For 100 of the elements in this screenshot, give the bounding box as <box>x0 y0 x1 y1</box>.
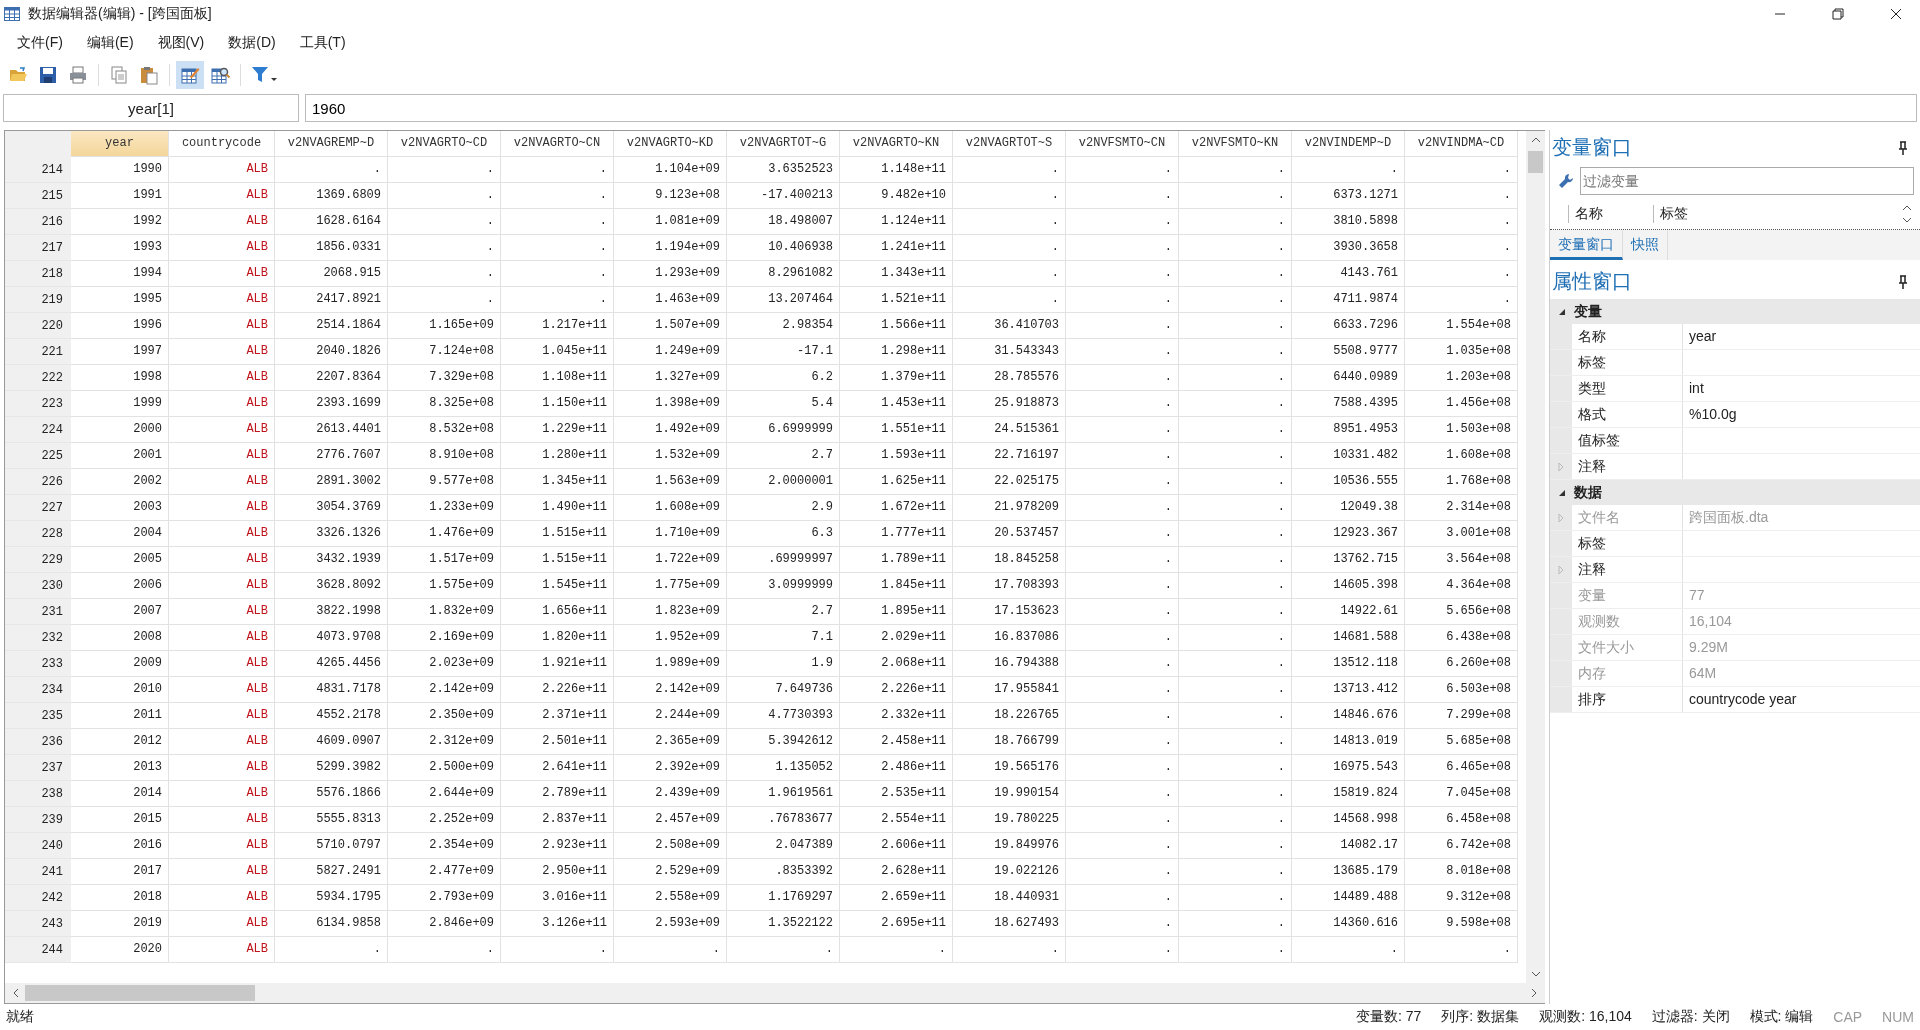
table-cell: 10.406938 <box>727 235 840 261</box>
table-cell: ALB <box>169 157 275 183</box>
row-number: 225 <box>5 443 71 469</box>
table-cell: 14605.398 <box>1292 573 1405 599</box>
column-header[interactable]: v2NVAGRTOT~G <box>727 131 840 157</box>
column-header[interactable]: v2NVFSMTO~CN <box>1066 131 1179 157</box>
scroll-down-icon[interactable] <box>1530 971 1541 977</box>
table-cell: 9.482e+10 <box>840 183 953 209</box>
table-cell: 1.789e+11 <box>840 547 953 573</box>
column-header[interactable]: v2NVAGRTOT~S <box>953 131 1066 157</box>
table-cell: 2207.8364 <box>275 365 388 391</box>
column-header[interactable]: v2NVINDMA~CD <box>1405 131 1518 157</box>
table-cell: . <box>1066 287 1179 313</box>
column-header[interactable]: v2NVAGRTO~CN <box>501 131 614 157</box>
row-number: 242 <box>5 885 71 911</box>
menu-item[interactable]: 数据(D) <box>217 31 287 55</box>
pin-icon[interactable] <box>1898 140 1908 155</box>
table-cell: ALB <box>169 755 275 781</box>
table-cell: 1.608e+08 <box>1405 443 1518 469</box>
table-cell: 2393.1699 <box>275 391 388 417</box>
scroll-thumb[interactable] <box>25 985 255 1001</box>
table-cell: 1.710e+09 <box>614 521 727 547</box>
wrench-icon[interactable] <box>1558 173 1574 189</box>
table-cell: . <box>501 261 614 287</box>
scroll-thumb[interactable] <box>1528 151 1543 173</box>
table-cell: 1.3522122 <box>727 911 840 937</box>
table-magnifier-icon <box>210 65 230 85</box>
panel-title: 变量窗口 <box>1552 135 1632 160</box>
table-cell: 2.695e+11 <box>840 911 953 937</box>
table-cell: 1.343e+11 <box>840 261 953 287</box>
table-cell: . <box>501 235 614 261</box>
table-cell: 17.955841 <box>953 677 1066 703</box>
table-cell: 1.298e+11 <box>840 339 953 365</box>
table-cell: 10536.555 <box>1292 469 1405 495</box>
column-header[interactable]: v2NVAGRTO~CD <box>388 131 501 157</box>
table-cell: 2.7 <box>727 599 840 625</box>
horizontal-scrollbar[interactable] <box>5 983 1545 1003</box>
table-cell: 1996 <box>71 313 169 339</box>
menu-item[interactable]: 文件(F) <box>6 31 74 55</box>
close-icon[interactable] <box>1890 8 1902 20</box>
table-cell: -17.1 <box>727 339 840 365</box>
group-header[interactable]: 数据 <box>1550 480 1920 505</box>
status-item: 过滤器: 关闭 <box>1651 1008 1730 1026</box>
table-cell: 1.672e+11 <box>840 495 953 521</box>
filter-field[interactable]: 过滤变量 <box>1580 167 1914 195</box>
collapse-triangle-icon[interactable] <box>1558 488 1566 497</box>
scroll-up-icon[interactable] <box>1530 137 1541 143</box>
column-header[interactable]: v2NVAGRTO~KN <box>840 131 953 157</box>
cell-value-field[interactable]: 1960 <box>305 94 1917 122</box>
column-header[interactable]: v2NVFSMTO~KN <box>1179 131 1292 157</box>
restore-icon[interactable] <box>1832 8 1844 20</box>
table-cell: 2.789e+11 <box>501 781 614 807</box>
copy-icon <box>109 65 129 85</box>
table-cell: . <box>1179 313 1292 339</box>
column-header[interactable]: v2NVAGRTO~KD <box>614 131 727 157</box>
table-cell: . <box>1066 885 1179 911</box>
column-header[interactable]: 标签 <box>1653 205 1738 223</box>
menu-item[interactable]: 视图(V) <box>146 31 216 55</box>
menu-item[interactable]: 工具(T) <box>288 31 357 55</box>
panel-tab[interactable]: 变量窗口 <box>1550 230 1623 260</box>
table-cell: 2.169e+09 <box>388 625 501 651</box>
row-number: 224 <box>5 417 71 443</box>
table-cell: . <box>1066 365 1179 391</box>
column-header[interactable]: v2NVINDEMP~D <box>1292 131 1405 157</box>
property-name: 值标签 <box>1572 428 1683 453</box>
table-cell: 5827.2491 <box>275 859 388 885</box>
table-cell: ALB <box>169 573 275 599</box>
table-cell: 14681.588 <box>1292 625 1405 651</box>
pin-icon[interactable] <box>1898 274 1908 289</box>
vertical-scrollbar[interactable] <box>1526 131 1545 983</box>
table-cell: . <box>1179 547 1292 573</box>
scroll-left-icon[interactable] <box>13 988 19 998</box>
variable-name-field[interactable]: year[1] <box>3 94 299 122</box>
column-header[interactable]: countrycode <box>169 131 275 157</box>
property-value: 16,104 <box>1689 613 1732 629</box>
table-cell: . <box>840 937 953 963</box>
table-cell: 2.350e+09 <box>388 703 501 729</box>
table-cell: . <box>1179 677 1292 703</box>
table-cell: 4552.2178 <box>275 703 388 729</box>
column-header[interactable]: v2NVAGREMP~D <box>275 131 388 157</box>
table-cell: 1.081e+09 <box>614 209 727 235</box>
table-cell: . <box>1066 833 1179 859</box>
panel-tab[interactable]: 快照 <box>1623 230 1668 260</box>
table-cell: . <box>1179 521 1292 547</box>
table-cell: 7.124e+08 <box>388 339 501 365</box>
table-cell: 1.233e+09 <box>388 495 501 521</box>
table-cell: 6633.7296 <box>1292 313 1405 339</box>
table-cell: ALB <box>169 547 275 573</box>
table-cell: ALB <box>169 885 275 911</box>
group-header[interactable]: 变量 <box>1550 299 1920 324</box>
scroll-right-icon[interactable] <box>1531 988 1537 998</box>
collapse-triangle-icon[interactable] <box>1558 307 1566 316</box>
table-pencil-button[interactable] <box>176 61 204 89</box>
table-cell: 2.535e+11 <box>840 781 953 807</box>
scroll-arrows-icon[interactable] <box>1902 203 1912 225</box>
column-header[interactable]: year <box>71 131 169 157</box>
table-cell: . <box>1066 443 1179 469</box>
menu-item[interactable]: 编辑(E) <box>75 31 145 55</box>
table-cell: 18.226765 <box>953 703 1066 729</box>
column-header[interactable]: 名称 <box>1568 205 1653 223</box>
